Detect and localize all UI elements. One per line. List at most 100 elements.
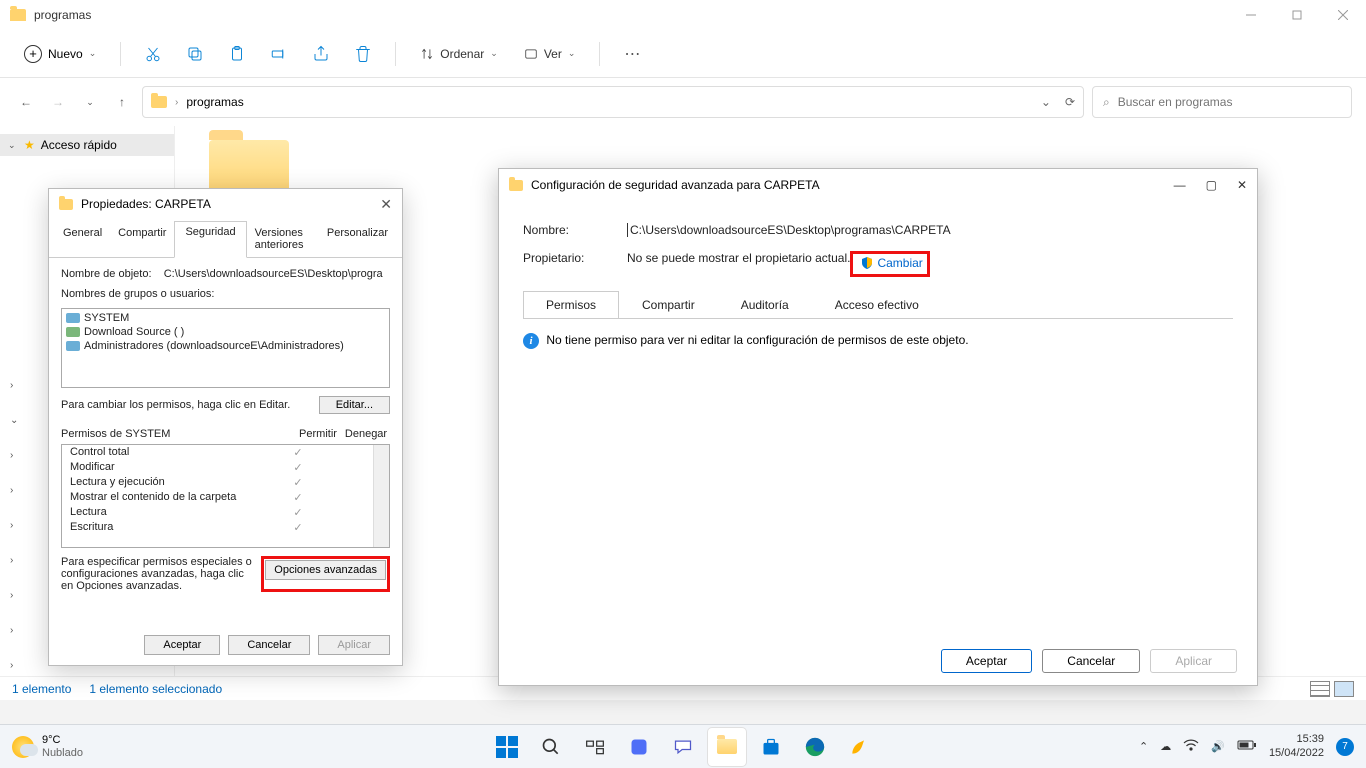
apply-button[interactable]: Aplicar — [1150, 649, 1237, 673]
clock[interactable]: 15:39 15/04/2022 — [1269, 733, 1324, 759]
groups-listbox[interactable]: SYSTEM Download Source ( ) Administrador… — [61, 308, 390, 388]
back-button[interactable]: ← — [14, 90, 38, 114]
dialog-title: Configuración de seguridad avanzada para… — [531, 178, 820, 192]
change-owner-link[interactable]: Cambiar — [861, 256, 922, 270]
new-button[interactable]: + Nuevo ⌄ — [14, 41, 106, 67]
volume-icon[interactable]: 🔊 — [1211, 740, 1225, 753]
weather-widget[interactable]: 9°C Nublado — [12, 734, 83, 758]
tab-auditoria[interactable]: Auditoría — [718, 291, 812, 319]
tab-personalizar[interactable]: Personalizar — [319, 221, 396, 257]
list-item[interactable]: Administradores (downloadsourceE\Adminis… — [64, 339, 387, 353]
copy-button[interactable] — [177, 36, 213, 72]
sort-button[interactable]: Ordenar ⌄ — [410, 43, 508, 65]
chevron-up-icon[interactable]: ⌃ — [1139, 740, 1148, 753]
table-row: Lectura✓ — [62, 505, 389, 520]
dialog-titlebar: Propiedades: CARPETA ✕ — [49, 189, 402, 219]
widgets-button[interactable] — [620, 728, 658, 766]
refresh-button[interactable]: ⟳ — [1065, 95, 1075, 109]
chevron-down-icon: ⌄ — [568, 48, 576, 59]
dialog-footer: Aceptar Cancelar Aplicar — [499, 637, 1257, 685]
edge-button[interactable] — [796, 728, 834, 766]
delete-button[interactable] — [345, 36, 381, 72]
breadcrumb[interactable]: programas — [186, 95, 243, 109]
chevron-down-icon: ⌄ — [89, 48, 97, 59]
check-icon: ✓ — [274, 521, 322, 534]
cut-button[interactable] — [135, 36, 171, 72]
onedrive-icon[interactable]: ☁ — [1160, 740, 1171, 753]
tab-compartir[interactable]: Compartir — [619, 291, 718, 319]
window-title: programas — [34, 8, 91, 22]
ok-button[interactable]: Aceptar — [941, 649, 1032, 673]
start-button[interactable] — [488, 728, 526, 766]
check-icon: ✓ — [274, 506, 322, 519]
star-icon: ★ — [24, 138, 35, 152]
tab-general[interactable]: General — [55, 221, 110, 257]
forward-button[interactable]: → — [46, 90, 70, 114]
chat-button[interactable] — [664, 728, 702, 766]
weather-temp: 9°C — [42, 734, 83, 746]
list-item[interactable]: Download Source ( ) — [64, 325, 387, 339]
time: 15:39 — [1269, 733, 1324, 746]
chevron-down-icon[interactable]: ⌄ — [1041, 95, 1051, 109]
view-list-icon[interactable] — [1310, 681, 1330, 697]
notifications-badge[interactable]: 7 — [1336, 738, 1354, 756]
up-button[interactable]: ↑ — [110, 90, 134, 114]
tab-versiones[interactable]: Versiones anteriores — [247, 221, 319, 257]
tab-permisos[interactable]: Permisos — [523, 291, 619, 319]
file-explorer-button[interactable] — [708, 728, 746, 766]
shield-icon — [861, 257, 873, 269]
battery-icon[interactable] — [1237, 739, 1257, 754]
permission-message: No tiene permiso para ver ni editar la c… — [546, 333, 968, 347]
recent-button[interactable]: ⌄ — [78, 90, 102, 114]
view-details-icon[interactable] — [1334, 681, 1354, 697]
change-hint: Para cambiar los permisos, haga clic en … — [61, 399, 290, 411]
apply-button[interactable]: Aplicar — [318, 635, 390, 655]
view-button[interactable]: Ver ⌄ — [514, 43, 586, 65]
close-button[interactable] — [1320, 0, 1366, 30]
share-button[interactable] — [303, 36, 339, 72]
users-icon — [66, 341, 80, 351]
search-button[interactable] — [532, 728, 570, 766]
cancel-button[interactable]: Cancelar — [1042, 649, 1140, 673]
search-box[interactable]: ⌕ — [1092, 86, 1352, 118]
sidebar-item-label: Acceso rápido — [41, 138, 117, 152]
minimize-button[interactable] — [1228, 0, 1274, 30]
maximize-button[interactable]: ▢ — [1206, 178, 1217, 192]
close-button[interactable]: ✕ — [1237, 178, 1247, 192]
dialog-titlebar: Configuración de seguridad avanzada para… — [499, 169, 1257, 201]
object-name-label: Nombre de objeto: — [61, 268, 152, 280]
tab-seguridad[interactable]: Seguridad — [174, 221, 246, 258]
search-input[interactable] — [1118, 95, 1341, 109]
address-bar[interactable]: › programas ⌄ ⟳ — [142, 86, 1084, 118]
task-view-button[interactable] — [576, 728, 614, 766]
info-icon: i — [523, 333, 539, 349]
minimize-button[interactable]: — — [1174, 178, 1186, 192]
store-button[interactable] — [752, 728, 790, 766]
close-button[interactable]: ✕ — [380, 196, 392, 213]
user-icon — [66, 327, 80, 337]
search-icon: ⌕ — [1103, 95, 1110, 110]
check-icon: ✓ — [274, 491, 322, 504]
tabs-row: General Compartir Seguridad Versiones an… — [49, 221, 402, 258]
date: 15/04/2022 — [1269, 747, 1324, 760]
wifi-icon[interactable] — [1183, 739, 1199, 754]
sidebar-quick-access[interactable]: ⌄ ★ Acceso rápido — [0, 134, 174, 156]
tab-acceso-efectivo[interactable]: Acceso efectivo — [812, 291, 942, 319]
taskbar: 9°C Nublado ⌃ ☁ 🔊 15:39 15/04/2022 7 — [0, 724, 1366, 768]
list-item[interactable]: SYSTEM — [64, 311, 387, 325]
more-button[interactable]: ⋯ — [614, 36, 650, 72]
check-icon: ✓ — [274, 461, 322, 474]
ok-button[interactable]: Aceptar — [144, 635, 220, 655]
rename-button[interactable] — [261, 36, 297, 72]
paste-button[interactable] — [219, 36, 255, 72]
maximize-button[interactable] — [1274, 0, 1320, 30]
tab-compartir[interactable]: Compartir — [110, 221, 174, 257]
scrollbar[interactable] — [373, 445, 389, 547]
edit-button[interactable]: Editar... — [319, 396, 390, 414]
taskbar-apps — [488, 728, 878, 766]
separator — [599, 42, 600, 66]
cancel-button[interactable]: Cancelar — [228, 635, 310, 655]
pinned-app[interactable] — [840, 728, 878, 766]
name-value: C:\Users\downloadsourceES\Desktop\progra… — [627, 223, 951, 237]
advanced-options-button[interactable]: Opciones avanzadas — [265, 560, 386, 580]
